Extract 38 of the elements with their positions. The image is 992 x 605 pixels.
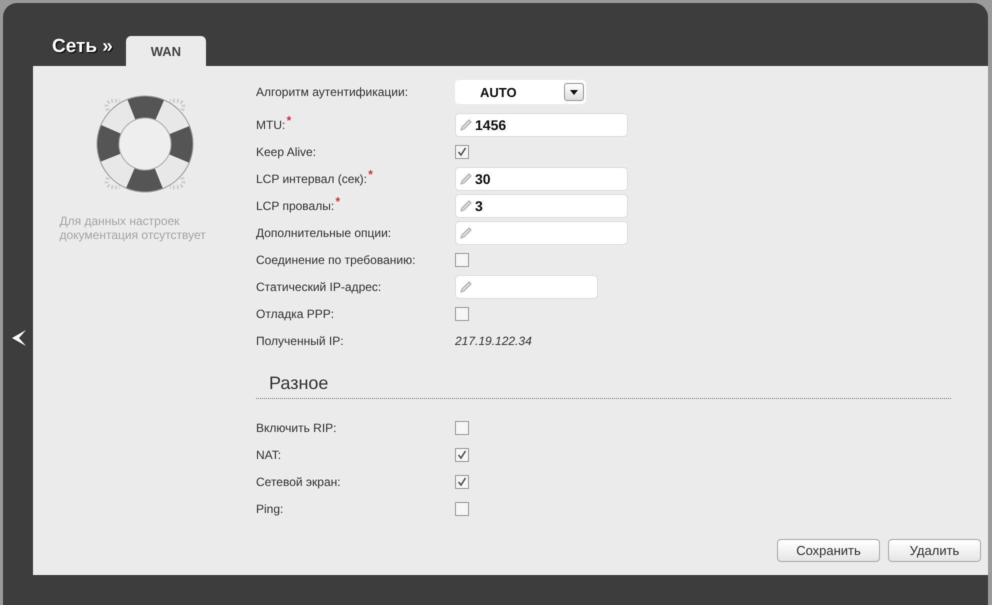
section-heading: Разное — [269, 373, 330, 394]
checkbox[interactable] — [455, 307, 469, 321]
field-label: Соединение по требованию: — [256, 253, 416, 267]
pencil-icon — [459, 199, 473, 213]
input-field[interactable]: 1456 — [455, 113, 628, 137]
checkbox[interactable] — [455, 448, 469, 462]
pencil-icon — [459, 118, 473, 132]
pencil-icon — [459, 280, 473, 294]
field-label: Алгоритм аутентификации: — [256, 85, 408, 99]
input-field[interactable]: 3 — [455, 194, 628, 218]
auth-dropdown[interactable]: AUTO — [455, 80, 586, 104]
field-label: Дополнительные опции: — [256, 226, 392, 240]
help-text: Для данных настроек документация отсутствует — [60, 214, 207, 242]
save-button[interactable]: Сохранить — [777, 539, 880, 562]
checkbox[interactable] — [455, 475, 469, 489]
pencil-icon — [459, 172, 473, 186]
checkbox[interactable] — [455, 145, 469, 159]
field-label: Отладка PPP: — [256, 307, 334, 321]
field-label: Статический IP-адрес: — [256, 280, 382, 294]
input-field[interactable] — [455, 221, 628, 245]
caret-icon — [570, 90, 578, 94]
field-label: NAT: — [256, 448, 282, 462]
field-label: Keep Alive: — [256, 145, 316, 159]
back-arrow-icon[interactable] — [12, 330, 26, 346]
field-label: Ping: — [256, 502, 284, 516]
field-label: Сетевой экран: — [256, 475, 341, 489]
field-label: Полученный IP: — [256, 334, 344, 348]
checkbox[interactable] — [455, 421, 469, 435]
checkbox[interactable] — [455, 253, 469, 267]
field-label: Включить RIP: — [256, 421, 337, 435]
section-title: Сеть » — [52, 36, 113, 58]
ip-address: 217.19.122.34 — [455, 334, 532, 348]
input-field[interactable] — [455, 275, 598, 299]
delete-button[interactable]: Удалить — [888, 539, 981, 562]
input-field[interactable]: 30 — [455, 167, 628, 191]
checkbox[interactable] — [455, 502, 469, 516]
pencil-icon — [459, 226, 473, 240]
tab[interactable]: WAN — [126, 36, 206, 66]
